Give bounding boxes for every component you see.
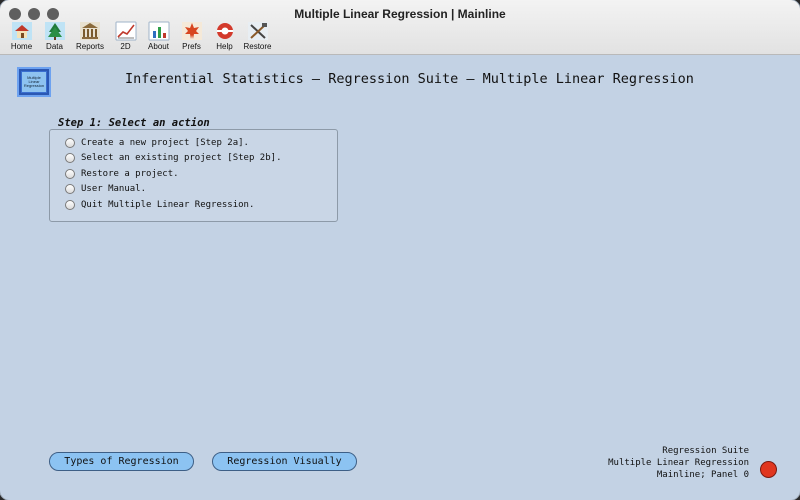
toolbar-reports-button[interactable]: Reports: [71, 21, 109, 51]
option-restore-project[interactable]: Restore a project.: [65, 169, 179, 179]
toolbar-label: About: [148, 42, 169, 51]
toolbar-data-button[interactable]: Data: [38, 21, 71, 51]
toolbar-prefs-button[interactable]: Prefs: [175, 21, 208, 51]
bank-icon: [79, 21, 101, 41]
radio-button[interactable]: [65, 138, 75, 148]
app-logo: Multiple Linear Regression: [17, 67, 51, 97]
tools-icon: [247, 21, 269, 41]
option-create-project[interactable]: Create a new project [Step 2a].: [65, 138, 249, 148]
toolbar-label: Reports: [75, 42, 104, 51]
line-chart-icon: [115, 21, 137, 41]
home-icon: [11, 21, 33, 41]
option-quit[interactable]: Quit Multiple Linear Regression.: [65, 200, 254, 210]
app-logo-text: Multiple Linear Regression: [22, 72, 46, 92]
toolbar-label: 2D: [120, 42, 131, 51]
toolbar-label: Data: [46, 42, 63, 51]
toolbar: Home Data Reports 2D About Prefs Help Re…: [5, 21, 274, 51]
toolbar-label: Help: [216, 42, 233, 51]
status-line-suite: Regression Suite: [662, 446, 749, 456]
option-select-project[interactable]: Select an existing project [Step 2b].: [65, 153, 281, 163]
toolbar-label: Home: [10, 42, 33, 51]
option-label: Restore a project.: [81, 169, 179, 179]
option-label: User Manual.: [81, 184, 147, 194]
status-line-module: Multiple Linear Regression: [608, 458, 749, 468]
option-user-manual[interactable]: User Manual.: [65, 184, 146, 194]
status-indicator: [760, 461, 777, 478]
title-bar: Multiple Linear Regression | Mainline Ho…: [0, 0, 800, 55]
status-info: Regression Suite Multiple Linear Regress…: [608, 445, 749, 481]
types-of-regression-button[interactable]: Types of Regression: [49, 452, 194, 471]
tree-icon: [44, 21, 66, 41]
page-title: Inferential Statistics — Regression Suit…: [125, 71, 694, 87]
toolbar-restore-button[interactable]: Restore: [241, 21, 274, 51]
toolbar-label: Restore: [243, 42, 272, 51]
toolbar-home-button[interactable]: Home: [5, 21, 38, 51]
toolbar-2d-button[interactable]: 2D: [109, 21, 142, 51]
life-ring-icon: [214, 21, 236, 41]
option-label: Select an existing project [Step 2b].: [81, 153, 282, 163]
option-label: Create a new project [Step 2a].: [81, 138, 249, 148]
maple-leaf-icon: [181, 21, 203, 41]
toolbar-about-button[interactable]: About: [142, 21, 175, 51]
toolbar-help-button[interactable]: Help: [208, 21, 241, 51]
radio-button[interactable]: [65, 200, 75, 210]
radio-button[interactable]: [65, 153, 75, 163]
step-heading: Step 1: Select an action: [58, 117, 210, 129]
toolbar-label: Prefs: [182, 42, 201, 51]
bar-chart-icon: [148, 21, 170, 41]
action-options-group: Create a new project [Step 2a]. Select a…: [49, 129, 338, 222]
app-window: Multiple Linear Regression | Mainline Ho…: [0, 0, 800, 500]
option-label: Quit Multiple Linear Regression.: [81, 200, 255, 210]
status-line-panel: Mainline; Panel 0: [656, 470, 749, 480]
window-title: Multiple Linear Regression | Mainline: [294, 7, 506, 21]
radio-button[interactable]: [65, 184, 75, 194]
regression-visually-button[interactable]: Regression Visually: [212, 452, 357, 471]
radio-button[interactable]: [65, 169, 75, 179]
